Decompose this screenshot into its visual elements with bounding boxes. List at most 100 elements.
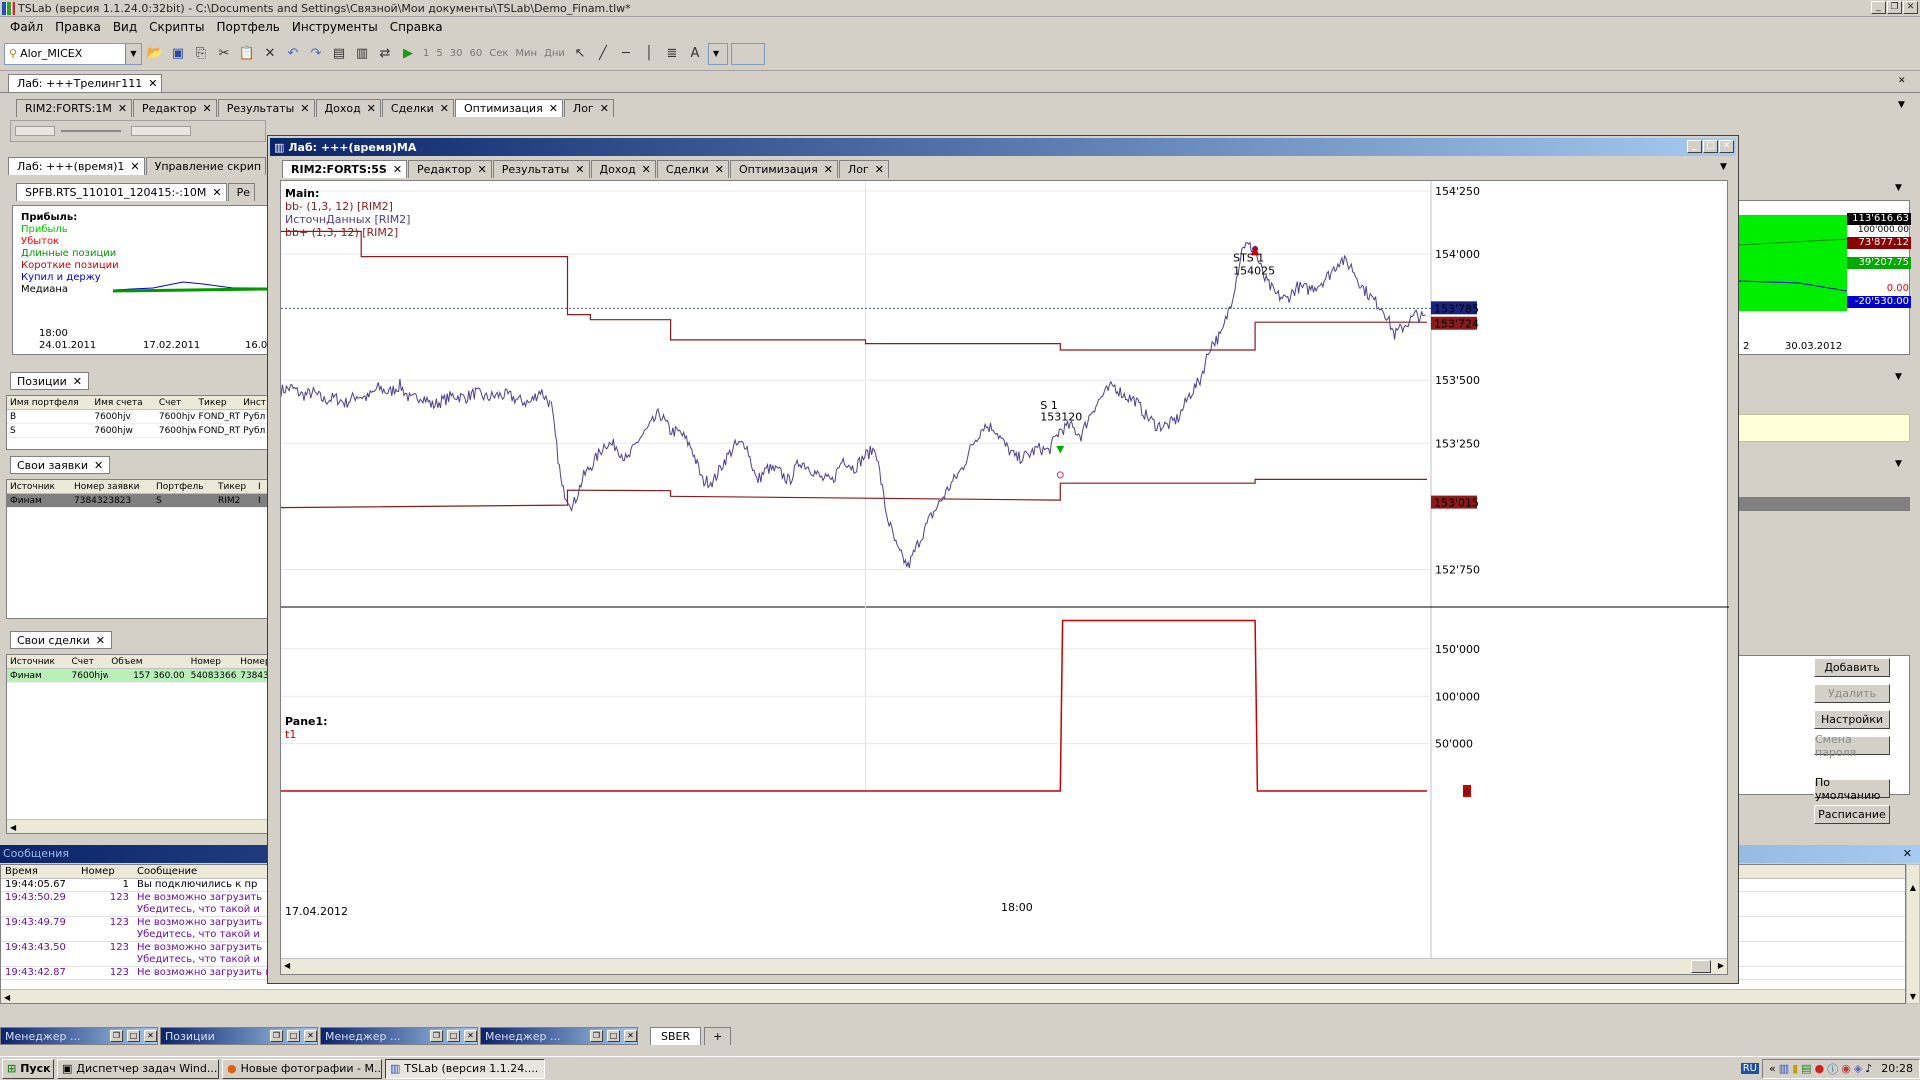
tray-app-icon[interactable]: ● — [1815, 1062, 1825, 1075]
legend-bb-plus[interactable]: bb+ (1,3, 12) [RIM2] — [285, 226, 410, 239]
interval-30[interactable]: 30 — [448, 48, 465, 59]
col-header[interactable]: Инст — [240, 398, 267, 408]
close-icon[interactable]: ✕ — [642, 163, 651, 176]
chart-hscrollbar[interactable]: ◀ ▶ — [281, 958, 1727, 974]
legend-source[interactable]: ИсточнДанных [RIM2] — [285, 213, 410, 226]
redo-icon[interactable]: ↷ — [306, 44, 326, 64]
optimize-icon[interactable]: ⇄ — [375, 44, 395, 64]
close-icon[interactable]: ✕ — [549, 102, 558, 115]
close-icon[interactable]: ✕ — [212, 186, 221, 199]
deals-hscrollbar[interactable]: ◀ — [7, 819, 267, 833]
col-header[interactable]: Номер — [77, 865, 133, 878]
chevron-down-icon[interactable]: ▼ — [125, 43, 141, 64]
undo-icon[interactable]: ↶ — [283, 44, 303, 64]
col-header[interactable]: Объем — [108, 657, 187, 667]
menu-edit[interactable]: Правка — [49, 20, 107, 34]
col-header[interactable]: Источник — [7, 482, 71, 492]
restore-icon[interactable]: ❐ — [270, 1030, 283, 1042]
col-header[interactable]: Источник — [7, 657, 69, 667]
tab-deals-own[interactable]: Свои сделки ✕ — [10, 631, 113, 649]
maximize-icon[interactable]: □ — [287, 1030, 300, 1042]
slider-track[interactable] — [61, 130, 121, 132]
line-tool-icon[interactable]: ╱ — [593, 44, 613, 64]
close-icon[interactable]: ✕ — [304, 1030, 317, 1042]
legend-bb-minus[interactable]: bb- (1,3, 12) [RIM2] — [285, 200, 410, 213]
minimize-button[interactable]: _ — [1871, 1, 1886, 14]
tab-sber[interactable]: SBER — [650, 1027, 702, 1045]
tab-rim2-5s[interactable]: RIM2:FORTS:5S ✕ — [282, 160, 408, 178]
close-icon[interactable]: ✕ — [94, 459, 103, 472]
close-icon[interactable]: ✕ — [367, 102, 376, 115]
table-row[interactable]: Финам 7384323823 S RIM2 I — [7, 494, 267, 508]
open-folder-icon[interactable]: 📂 — [145, 44, 165, 64]
col-header[interactable]: Счет — [69, 657, 109, 667]
scroll-thumb[interactable] — [1691, 960, 1711, 973]
account-select[interactable]: ⚲ Alor_MICEX ▼ — [4, 42, 142, 65]
col-header[interactable]: Имя портфеля — [7, 398, 91, 408]
interval-5[interactable]: 5 — [434, 48, 444, 59]
tray-chart-icon[interactable]: ▥ — [1779, 1062, 1789, 1075]
col-header[interactable]: Сообщение — [133, 865, 197, 878]
col-header[interactable]: Тикер — [215, 482, 255, 492]
unit-days[interactable]: Дни — [542, 48, 567, 59]
copy-icon[interactable]: ⎘ — [191, 44, 211, 64]
tab-rim2-1m[interactable]: RIM2:FORTS:1M ✕ — [16, 99, 133, 117]
close-icon[interactable]: ✕ — [203, 102, 212, 115]
unit-min[interactable]: Мин — [513, 48, 539, 59]
delete-button[interactable]: Удалить — [1814, 684, 1890, 703]
start-button[interactable]: ⊞ Пуск — [2, 1058, 54, 1079]
tab-optimization[interactable]: Оптимизация ✕ — [455, 99, 563, 117]
tab-editor[interactable]: Редактор ✕ — [408, 160, 492, 178]
table-row[interactable]: B 7600hjv 7600hjv FOND_RT Рубл — [7, 410, 267, 424]
taskbar-task-manager[interactable]: ▣ Диспетчер задач Wind... — [57, 1058, 219, 1079]
messages-hscrollbar[interactable]: ◀ — [1, 989, 1905, 1003]
chevron-left-icon[interactable]: ◀ — [1, 993, 10, 1002]
close-icon[interactable]: ✕ — [300, 102, 309, 115]
tab-positions[interactable]: Позиции ✕ — [10, 372, 90, 390]
interval-60[interactable]: 60 — [467, 48, 484, 59]
chevron-down-icon[interactable]: ▼ — [1895, 459, 1902, 469]
chevron-up-icon[interactable]: ▲ — [1907, 883, 1919, 892]
tray-volume-icon[interactable]: ♪ — [1865, 1062, 1872, 1075]
tray-arrow-icon[interactable]: « — [1769, 1062, 1776, 1075]
close-button[interactable]: ✕ — [1903, 1, 1918, 14]
legend-t1[interactable]: t1 — [285, 728, 328, 741]
restore-button[interactable]: ❐ — [1887, 1, 1902, 14]
tab-orders[interactable]: Свои заявки ✕ — [10, 456, 111, 474]
close-icon[interactable]: ✕ — [824, 163, 833, 176]
chart-icon[interactable]: ▥ — [352, 44, 372, 64]
close-button[interactable]: ✕ — [1719, 140, 1734, 153]
delete-icon[interactable]: ✕ — [260, 44, 280, 64]
tray-battery-icon[interactable]: ▮ — [1792, 1062, 1798, 1075]
close-icon[interactable]: ✕ — [393, 163, 402, 176]
tab-script-management[interactable]: Управление скрип — [145, 157, 267, 175]
chevron-right-icon[interactable]: ▶ — [1718, 961, 1724, 970]
tab-results[interactable]: Результаты ✕ — [492, 160, 590, 178]
table-row[interactable]: Финам 7600hjw 157 360.00 54083366 73843 — [7, 669, 267, 683]
close-icon[interactable]: ✕ — [440, 102, 449, 115]
close-icon[interactable]: ✕ — [600, 102, 609, 115]
menu-tools[interactable]: Инструменты — [286, 20, 384, 34]
chevron-left-icon[interactable]: ◀ — [7, 823, 16, 832]
cut-icon[interactable]: ✂ — [214, 44, 234, 64]
close-icon[interactable]: ✕ — [148, 77, 157, 90]
add-button[interactable]: Добавить — [1814, 658, 1890, 677]
tab-editor[interactable]: Редактор ✕ — [133, 99, 217, 117]
minimized-manager-2[interactable]: Менеджер ... ❐ □ ✕ — [320, 1027, 478, 1045]
col-header[interactable]: Время — [1, 865, 77, 878]
language-indicator[interactable]: RU — [1740, 1063, 1759, 1074]
tray-app3-icon[interactable]: ◈ — [1854, 1062, 1862, 1075]
close-icon[interactable]: ✕ — [575, 163, 584, 176]
table-row[interactable]: S 7600hjw 7600hjw FOND_RT Рубл — [7, 424, 267, 438]
menu-view[interactable]: Вид — [107, 20, 143, 34]
chart-canvas[interactable]: 154'250 154'000 153'500 153'250 152'750 153'7… — [280, 181, 1729, 976]
cursor-icon[interactable]: ↖ — [570, 44, 590, 64]
close-lab-icon[interactable]: ✕ — [1898, 76, 1906, 86]
menu-help[interactable]: Справка — [384, 20, 449, 34]
maximize-icon[interactable]: □ — [447, 1030, 460, 1042]
slider[interactable] — [131, 126, 191, 136]
text-tool-icon[interactable]: A — [685, 44, 705, 64]
close-icon[interactable]: ✕ — [715, 163, 724, 176]
close-icon[interactable]: ✕ — [478, 163, 487, 176]
change-password-button[interactable]: Смена пароля — [1814, 733, 1890, 759]
